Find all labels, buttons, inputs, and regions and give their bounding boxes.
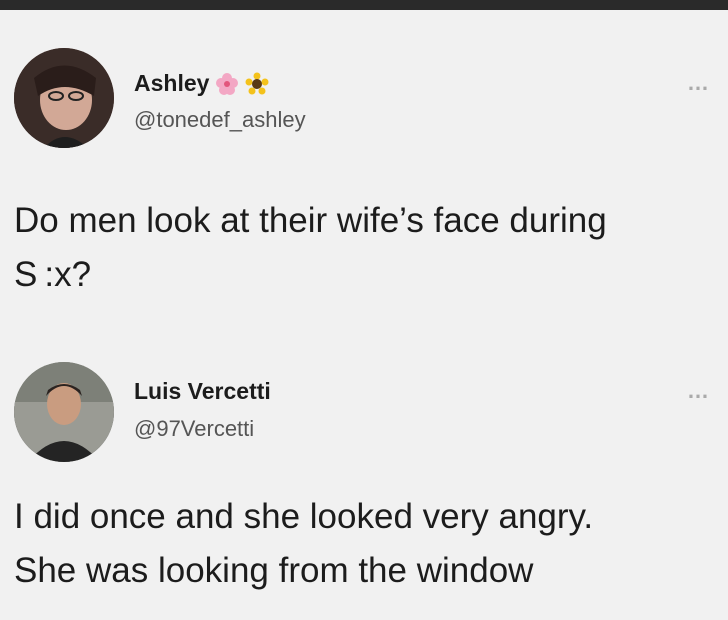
avatar-photo-icon xyxy=(14,362,114,462)
display-name[interactable]: Ashley xyxy=(134,70,269,97)
tweet-text: I did once and she looked very angry. Sh… xyxy=(14,497,594,590)
display-name[interactable]: Luis Vercetti xyxy=(134,378,271,405)
avatar-photo-icon xyxy=(14,48,114,148)
tweet-luis: Luis Vercetti @97Vercetti … I did once a… xyxy=(0,340,728,620)
avatar[interactable] xyxy=(14,48,114,148)
cherry-blossom-icon xyxy=(216,72,239,95)
more-options-icon[interactable]: … xyxy=(687,70,710,96)
more-options-icon[interactable]: … xyxy=(687,378,710,404)
avatar[interactable] xyxy=(14,362,114,462)
sunflower-icon xyxy=(245,72,269,94)
top-border-bar xyxy=(0,0,728,10)
display-name-text: Luis Vercetti xyxy=(134,378,271,404)
tweet-ashley: Ashley @tonedef_ashley … Do men look at … xyxy=(0,10,728,340)
display-name-text: Ashley xyxy=(134,70,210,96)
user-handle[interactable]: @tonedef_ashley xyxy=(134,107,306,133)
tweet-text: Do men look at their wife’s face during … xyxy=(14,201,607,294)
user-handle[interactable]: @97Vercetti xyxy=(134,416,254,442)
